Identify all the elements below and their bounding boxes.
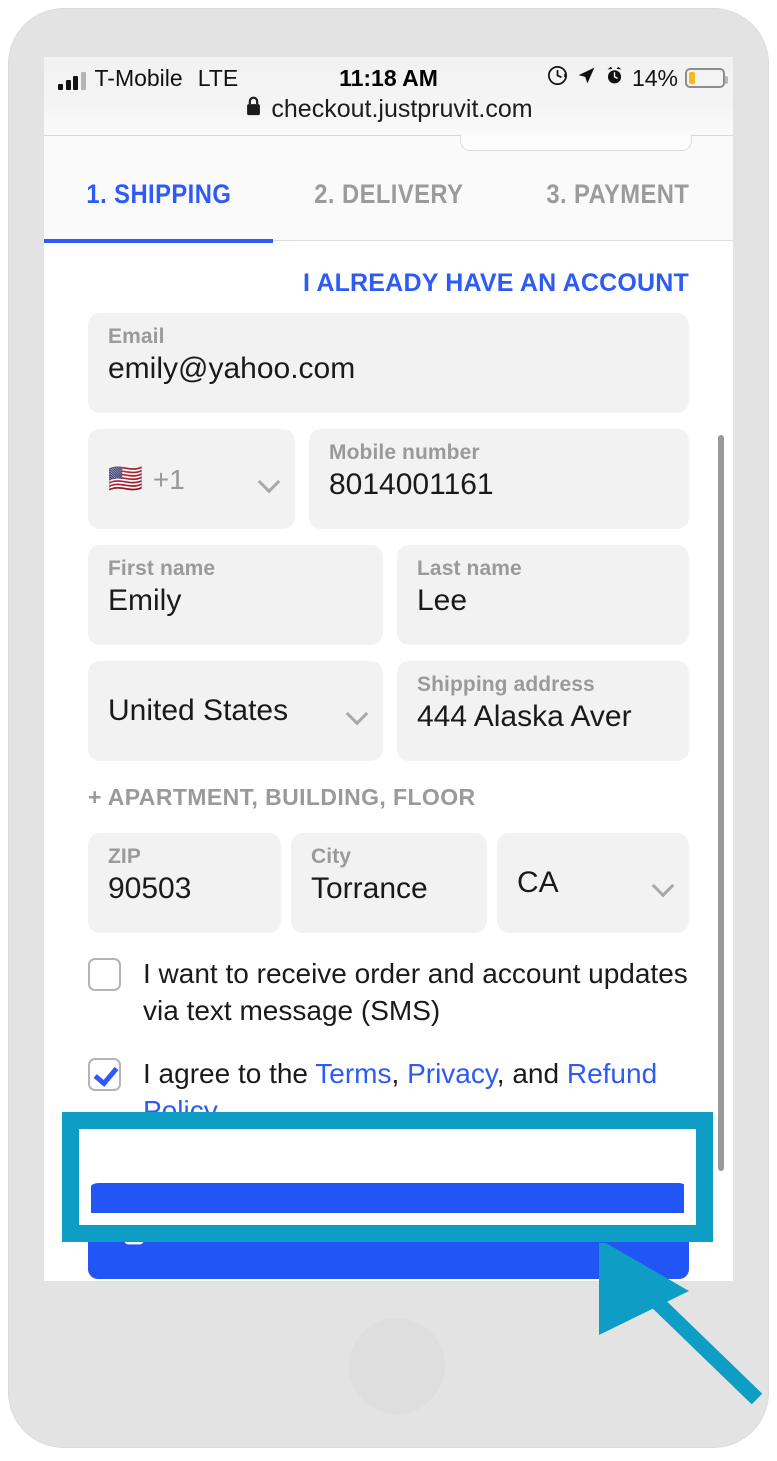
mobile-number-field[interactable]: Mobile number 8014001161	[309, 429, 689, 529]
country-value: United States	[108, 694, 289, 728]
last-name-value: Lee	[417, 584, 468, 618]
status-bar: T-Mobile LTE 11:18 AM 14% checkout.justp…	[44, 57, 733, 135]
first-name-label: First name	[108, 557, 216, 580]
shipping-address-label: Shipping address	[417, 673, 595, 696]
zip-field[interactable]: ZIP 90503	[88, 833, 281, 933]
country-select[interactable]: United States	[88, 661, 383, 761]
battery-low-icon	[685, 68, 728, 88]
alarm-clock-icon	[604, 65, 625, 92]
add-apartment-link[interactable]: + APARTMENT, BUILDING, FLOOR	[88, 784, 476, 811]
last-name-field[interactable]: Last name Lee	[397, 545, 689, 645]
location-arrow-icon	[576, 65, 597, 92]
rotation-lock-icon	[546, 64, 569, 93]
chevron-down-icon	[261, 474, 277, 490]
email-value: emily@yahoo.com	[108, 352, 356, 386]
already-have-account-link[interactable]: I ALREADY HAVE AN ACCOUNT	[303, 269, 689, 298]
terms-checkbox-label: I agree to the Terms, Privacy, and Refun…	[143, 1055, 693, 1129]
terms-link[interactable]: Terms	[315, 1058, 391, 1089]
country-code-select[interactable]: 🇺🇸 +1	[88, 429, 295, 529]
shipping-address-field[interactable]: Shipping address 444 Alaska Aver	[397, 661, 689, 761]
sms-optin-row[interactable]: I want to receive order and account upda…	[88, 955, 693, 1029]
email-field[interactable]: Email emily@yahoo.com	[88, 313, 689, 413]
tab-delivery[interactable]: 2. DELIVERY	[287, 177, 489, 241]
browser-url-bar[interactable]: checkout.justpruvit.com	[44, 95, 733, 124]
tab-bar-baseline	[273, 240, 733, 241]
chevron-down-icon	[349, 706, 365, 722]
mobile-label: Mobile number	[329, 441, 480, 464]
terms-separator-2: , and	[496, 1058, 567, 1089]
us-flag-icon: 🇺🇸	[108, 463, 143, 494]
tab-shipping[interactable]: 1. SHIPPING	[58, 177, 260, 241]
privacy-link[interactable]: Privacy	[407, 1058, 497, 1089]
tab-payment[interactable]: 3. PAYMENT	[517, 177, 719, 241]
phone-screen: T-Mobile LTE 11:18 AM 14% checkout.justp…	[44, 57, 733, 1281]
last-name-label: Last name	[417, 557, 522, 580]
mobile-value: 8014001161	[329, 468, 494, 502]
terms-label-prefix: I agree to the	[143, 1058, 316, 1089]
city-value: Torrance	[311, 872, 428, 906]
city-field[interactable]: City Torrance	[291, 833, 487, 933]
home-button[interactable]	[349, 1318, 445, 1414]
sms-checkbox[interactable]	[88, 958, 121, 991]
city-label: City	[311, 845, 352, 868]
continue-button[interactable]: CONTINUE	[88, 1183, 689, 1279]
status-bar-row: T-Mobile LTE 11:18 AM 14%	[44, 61, 733, 95]
state-value: CA	[517, 866, 559, 900]
country-code-value: +1	[152, 463, 185, 495]
url-text: checkout.justpruvit.com	[271, 95, 533, 123]
padlock-icon	[244, 95, 263, 124]
shipping-address-value: 444 Alaska Aver	[417, 700, 632, 734]
sms-checkbox-label: I want to receive order and account upda…	[143, 958, 688, 1027]
terms-agreement-row[interactable]: I agree to the Terms, Privacy, and Refun…	[88, 1055, 693, 1129]
zip-label: ZIP	[108, 845, 141, 868]
battery-percent-label: 14%	[631, 64, 678, 91]
shipping-form: I ALREADY HAVE AN ACCOUNT Email emily@ya…	[44, 243, 733, 1281]
first-name-value: Emily	[108, 584, 182, 618]
chevron-down-icon	[655, 878, 671, 894]
first-name-field[interactable]: First name Emily	[88, 545, 383, 645]
continue-button-label: CONTINUE	[314, 1213, 463, 1248]
email-label: Email	[108, 325, 165, 348]
status-bar-right: 14%	[546, 64, 728, 93]
scrolled-element-remnant	[460, 135, 692, 151]
zip-value: 90503	[108, 872, 192, 906]
terms-checkbox[interactable]	[88, 1058, 121, 1091]
state-select[interactable]: CA	[497, 833, 689, 933]
checkout-step-tabs: 1. SHIPPING 2. DELIVERY 3. PAYMENT	[44, 177, 733, 241]
terms-separator-1: ,	[391, 1058, 408, 1089]
page-scrollbar[interactable]	[718, 435, 724, 1171]
